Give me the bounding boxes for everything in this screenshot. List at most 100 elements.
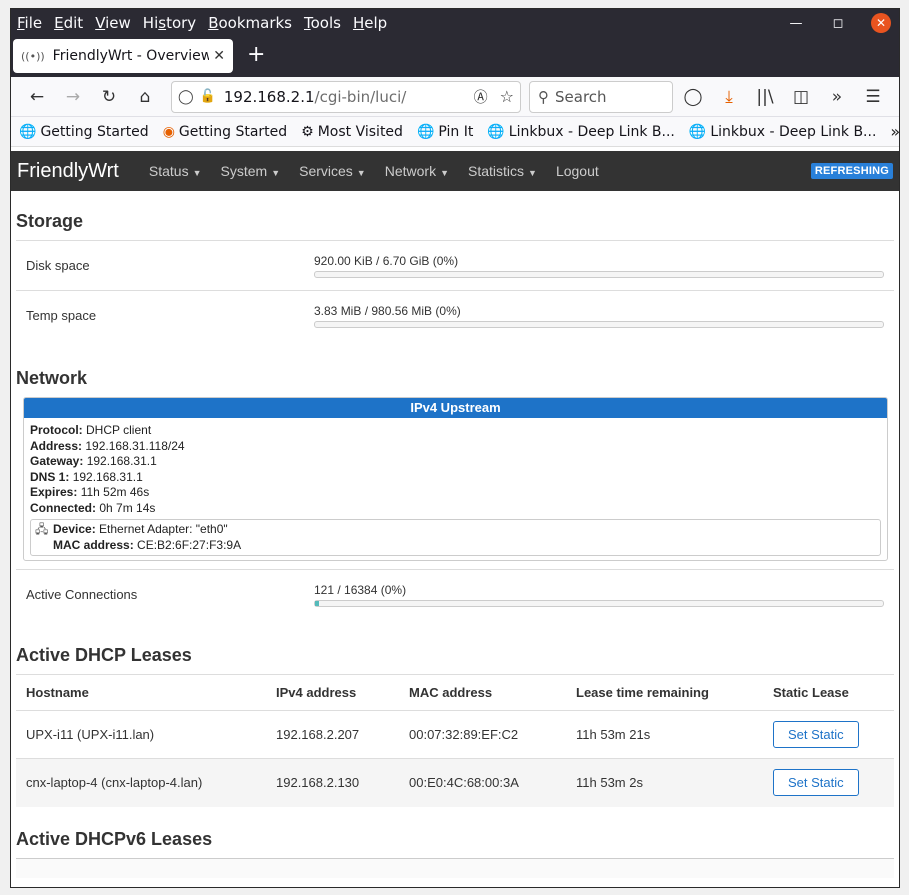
dhcp-leases-table: Hostname IPv4 address MAC address Lease … xyxy=(16,674,894,807)
col-mac: MAC address xyxy=(399,674,566,711)
address-field: Address: 192.168.31.118/24 xyxy=(30,438,185,453)
bookmarks-toolbar: 🌐 Getting Started ◉ Getting Started ⚙ Most … xyxy=(11,117,899,147)
maximize-icon[interactable]: ◻ xyxy=(829,16,847,31)
bookmark-item[interactable]: 🌐 Getting Started xyxy=(19,124,149,140)
menu-edit[interactable]: Edit xyxy=(54,14,83,32)
lease-time: 11h 53m 21s xyxy=(566,710,763,759)
menu-help[interactable]: Help xyxy=(353,14,387,32)
insecure-lock-icon[interactable]: 🔓 xyxy=(200,89,216,104)
caret-down-icon: ▼ xyxy=(271,168,281,178)
col-lease: Lease time remaining xyxy=(566,674,763,711)
globe-icon: 🌐 xyxy=(688,123,707,140)
nav-logout[interactable]: Logout xyxy=(556,163,599,179)
nav-network[interactable]: Network ▼ xyxy=(385,163,449,179)
sidebar-icon[interactable]: ◫ xyxy=(783,87,819,107)
bookmarks-overflow-icon[interactable]: » xyxy=(890,122,899,141)
lease-ip: 192.168.2.130 xyxy=(266,758,399,807)
nav-status[interactable]: Status ▼ xyxy=(149,163,202,179)
tab-title: FriendlyWrt - Overview - L xyxy=(52,48,210,64)
lease-mac: 00:E0:4C:68:00:3A xyxy=(399,758,566,807)
minimize-icon[interactable]: — xyxy=(787,16,805,31)
active-connections-row: Active Connections 121 / 16384 (0%) xyxy=(16,569,894,619)
search-box[interactable]: ⚲ Search xyxy=(529,80,673,113)
new-tab-icon[interactable]: + xyxy=(247,42,265,67)
download-icon[interactable]: ⤓ xyxy=(711,87,747,107)
col-ipv4: IPv4 address xyxy=(266,674,399,711)
table-row: UPX-i11 (UPX-i11.lan) 192.168.2.207 00:0… xyxy=(16,710,894,759)
disk-space-progress xyxy=(314,270,884,278)
tab-bar: ((•)) FriendlyWrt - Overview - L ✕ + xyxy=(11,37,899,77)
navigation-toolbar: ← → ↻ ⌂ ◯ 🔓 192.168.2.1/cgi-bin/luci/ Ⓐ … xyxy=(11,77,899,117)
ipv4-upstream-box: IPv4 Upstream Protocol: DHCP client Addr… xyxy=(23,397,888,561)
disk-space-label: Disk space xyxy=(26,258,90,273)
lease-time: 11h 53m 2s xyxy=(566,758,763,807)
close-window-icon[interactable]: ✕ xyxy=(871,13,891,33)
overflow-chevron-icon[interactable]: » xyxy=(819,87,855,107)
ethernet-icon: 🖧 xyxy=(35,522,49,536)
active-connections-value: 121 / 16384 (0%) xyxy=(314,582,407,597)
lease-hostname: cnx-laptop-4 (cnx-laptop-4.lan) xyxy=(16,758,266,807)
menu-bookmarks[interactable]: Bookmarks xyxy=(208,14,292,32)
bookmark-item[interactable]: ⚙ Most Visited xyxy=(301,124,403,140)
network-heading: Network xyxy=(16,368,88,388)
window-controls: — ◻ ✕ xyxy=(787,13,899,33)
caret-down-icon: ▼ xyxy=(192,168,202,178)
nav-services[interactable]: Services ▼ xyxy=(299,163,366,179)
web-page: FriendlyWrt Status ▼ System ▼ Services ▼ Ne… xyxy=(11,151,899,887)
tab-close-icon[interactable]: ✕ xyxy=(213,48,225,64)
star-bookmark-icon[interactable]: ☆ xyxy=(500,87,514,106)
home-icon[interactable]: ⌂ xyxy=(127,87,163,107)
lease-ip: 192.168.2.207 xyxy=(266,710,399,759)
forward-icon[interactable]: → xyxy=(55,87,91,107)
device-field: Device: Ethernet Adapter: "eth0" xyxy=(53,522,228,536)
table-row: cnx-laptop-4 (cnx-laptop-4.lan) 192.168.… xyxy=(16,758,894,807)
ipv4-upstream-heading: IPv4 Upstream xyxy=(24,398,887,418)
broadcast-icon: ((•)) xyxy=(21,49,45,63)
device-box: 🖧 Device: Ethernet Adapter: "eth0" MAC a… xyxy=(30,519,881,556)
dhcpv6-leases-heading: Active DHCPv6 Leases xyxy=(16,828,213,849)
menu-tools[interactable]: Tools xyxy=(304,14,341,32)
set-static-button[interactable]: Set Static xyxy=(773,721,859,748)
shield-icon[interactable]: ◯ xyxy=(178,89,194,105)
menu-view[interactable]: View xyxy=(95,14,131,32)
reader-icon[interactable]: Ⓐ xyxy=(474,87,488,107)
dhcp-leases-heading: Active DHCP Leases xyxy=(16,645,192,665)
reload-icon[interactable]: ↻ xyxy=(91,87,127,107)
bookmark-item[interactable]: 🌐 Linkbux - Deep Link B... xyxy=(689,124,877,140)
storage-heading: Storage xyxy=(16,211,84,231)
bookmark-item[interactable]: 🌐 Pin It xyxy=(417,124,473,140)
protocol-field: Protocol: DHCP client xyxy=(30,423,152,437)
nav-statistics[interactable]: Statistics ▼ xyxy=(468,163,537,179)
tab-friendlywrt[interactable]: ((•)) FriendlyWrt - Overview - L ✕ xyxy=(13,39,233,73)
temp-space-row: Temp space 3.83 MiB / 980.56 MiB (0%) xyxy=(16,290,894,340)
hamburger-menu-icon[interactable]: ☰ xyxy=(855,87,891,107)
temp-space-progress xyxy=(314,320,884,328)
firefox-icon: ◉ xyxy=(162,123,175,140)
set-static-button[interactable]: Set Static xyxy=(773,769,859,797)
page-content: Storage Disk space 920.00 KiB / 6.70 GiB… xyxy=(11,211,899,878)
menu-file[interactable]: File xyxy=(17,14,42,32)
url-bar[interactable]: ◯ 🔓 192.168.2.1/cgi-bin/luci/ Ⓐ ☆ xyxy=(171,80,521,113)
active-connections-label: Active Connections xyxy=(26,587,138,602)
col-static: Static Lease xyxy=(763,674,894,711)
caret-down-icon: ▼ xyxy=(356,168,366,178)
menu-history[interactable]: History xyxy=(143,14,196,32)
nav-system[interactable]: System ▼ xyxy=(221,163,281,179)
bookmark-item[interactable]: ◉ Getting Started xyxy=(163,124,287,140)
col-hostname: Hostname xyxy=(16,674,266,711)
disk-space-value: 920.00 KiB / 6.70 GiB (0%) xyxy=(314,253,459,268)
pocket-icon[interactable]: ◯ xyxy=(675,87,711,107)
refreshing-badge[interactable]: REFRESHING xyxy=(810,163,893,179)
lease-mac: 00:07:32:89:EF:C2 xyxy=(399,710,566,759)
globe-icon: 🌐 xyxy=(19,123,37,140)
active-connections-progress xyxy=(314,599,884,607)
lease-hostname: UPX-i11 (UPX-i11.lan) xyxy=(16,710,266,759)
library-icon[interactable]: ||\ xyxy=(747,87,783,107)
back-icon[interactable]: ← xyxy=(19,87,55,107)
bookmark-item[interactable]: 🌐 Linkbux - Deep Link B... xyxy=(487,124,675,140)
disk-space-row: Disk space 920.00 KiB / 6.70 GiB (0%) xyxy=(16,240,894,290)
expires-field: Expires: 11h 52m 46s xyxy=(30,485,150,499)
dns-field: DNS 1: 192.168.31.1 xyxy=(30,469,143,484)
temp-space-label: Temp space xyxy=(26,308,97,323)
brand-logo[interactable]: FriendlyWrt xyxy=(17,160,119,183)
